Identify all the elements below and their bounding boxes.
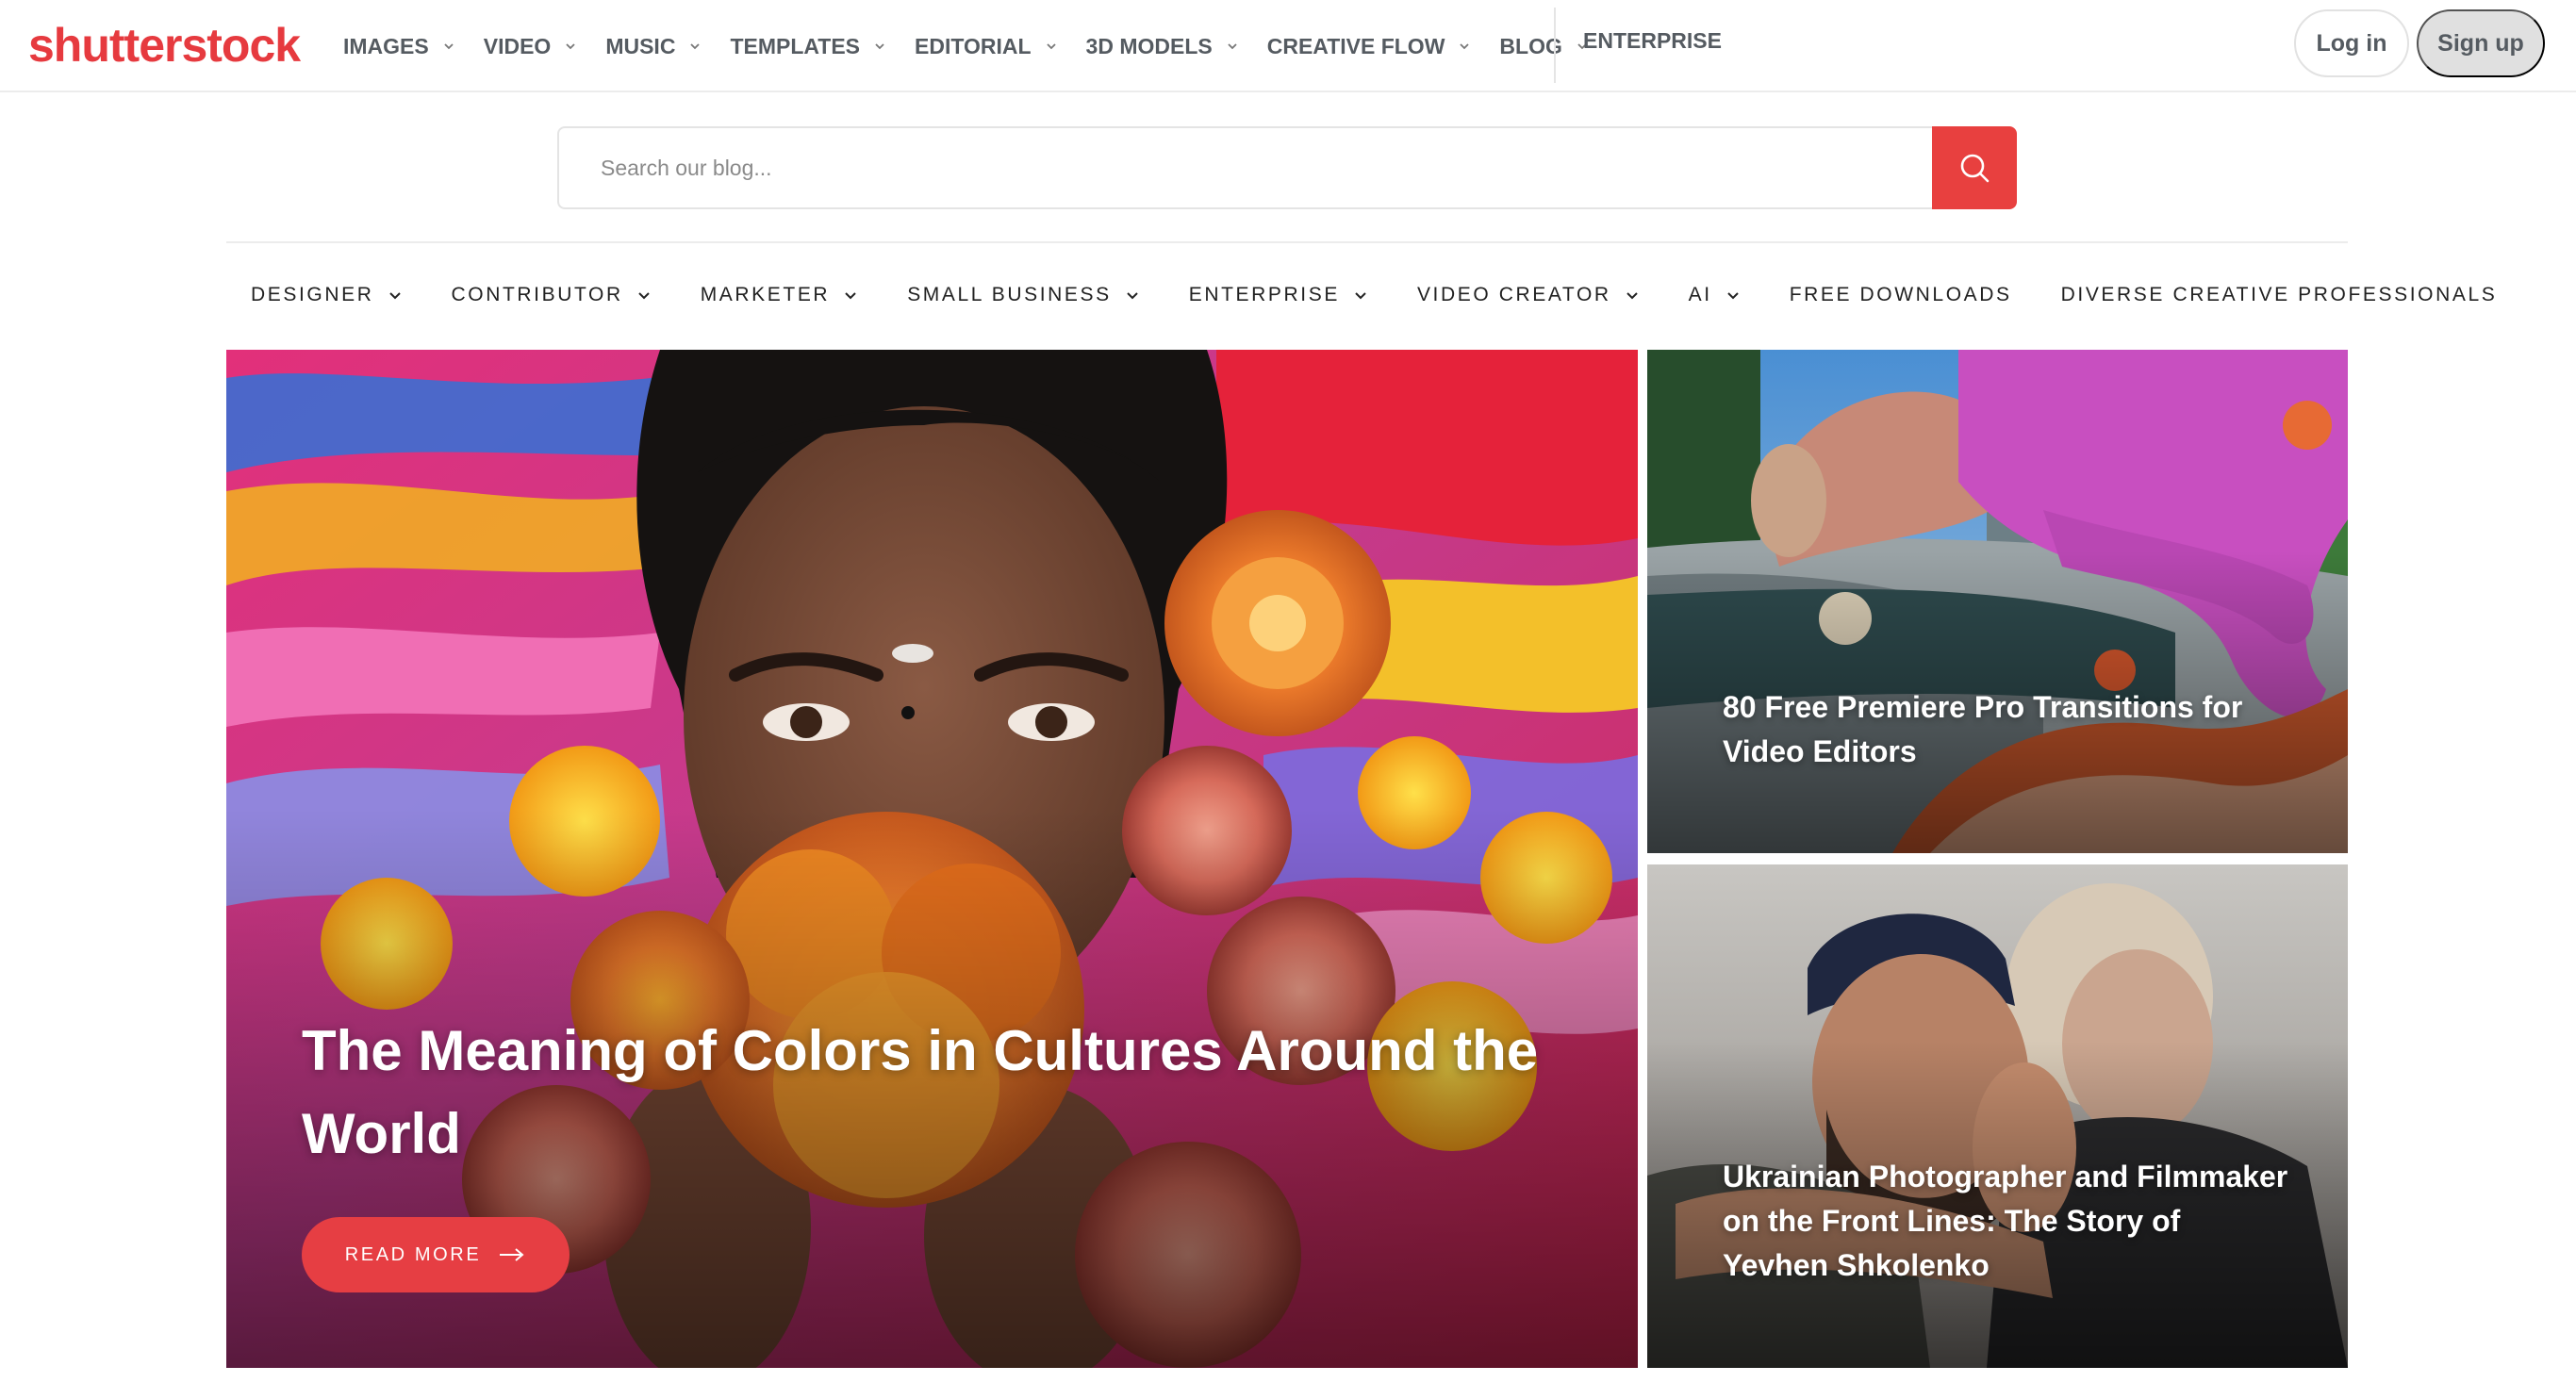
nav-divider: [1554, 8, 1556, 83]
category-label: ENTERPRISE: [1188, 284, 1340, 305]
search-button[interactable]: [1932, 126, 2017, 209]
read-more-label: READ MORE: [344, 1243, 482, 1265]
category-diverse-creative-professionals[interactable]: DIVERSE CREATIVE PROFESSIONALS: [2061, 284, 2498, 306]
chevron-down-icon: [875, 43, 884, 50]
side-post-image: [1647, 864, 2348, 1368]
category-divider: [226, 241, 2348, 243]
nav-item-video[interactable]: VIDEO: [484, 34, 578, 59]
category-label: FREE DOWNLOADS: [1789, 284, 2012, 305]
category-label: VIDEO CREATOR: [1416, 284, 1611, 305]
featured-post[interactable]: The Meaning of Colors in Cultures Around…: [226, 350, 1638, 1368]
chevron-down-icon: [1726, 292, 1739, 300]
logo-text: shutterstock: [28, 19, 301, 72]
chevron-down-icon: [1046, 43, 1056, 50]
featured-post-title[interactable]: The Meaning of Colors in Cultures Around…: [302, 1010, 1556, 1176]
side-post-image: [1647, 350, 2348, 853]
shutterstock-logo[interactable]: shutterstock: [28, 17, 301, 74]
category-label: AI: [1688, 284, 1712, 305]
chevron-down-icon: [1460, 43, 1470, 50]
chevron-down-icon: [566, 43, 575, 50]
category-label: DIVERSE CREATIVE PROFESSIONALS: [2060, 284, 2498, 305]
nav-item-label: 3D MODELS: [1085, 33, 1213, 58]
read-more-button[interactable]: READ MORE: [302, 1217, 570, 1292]
search-icon: [1960, 154, 1990, 183]
chevron-down-icon: [388, 292, 401, 300]
chevron-down-icon: [444, 43, 454, 50]
nav-item-enterprise[interactable]: ENTERPRISE: [1583, 28, 1722, 54]
blog-search: [557, 126, 2017, 209]
chevron-down-icon: [1228, 43, 1237, 50]
main-nav: IMAGES VIDEO MUSIC TEMPLATES EDITORIAL 3…: [343, 25, 1617, 68]
chevron-down-icon: [638, 292, 650, 300]
category-small-business[interactable]: SMALL BUSINESS: [907, 284, 1140, 306]
nav-item-label: EDITORIAL: [915, 33, 1032, 58]
nav-item-templates[interactable]: TEMPLATES: [730, 34, 886, 59]
category-label: CONTRIBUTOR: [451, 284, 623, 305]
nav-item-music[interactable]: MUSIC: [605, 34, 702, 59]
side-post[interactable]: 80 Free Premiere Pro Transitions for Vid…: [1647, 350, 2348, 853]
nav-item-editorial[interactable]: EDITORIAL: [915, 34, 1058, 59]
nav-item-blog[interactable]: BLOG: [1499, 34, 1588, 59]
category-label: DESIGNER: [251, 284, 374, 305]
category-designer[interactable]: DESIGNER: [251, 284, 403, 306]
search-input[interactable]: [557, 126, 1932, 209]
nav-item-label: CREATIVE FLOW: [1266, 33, 1445, 58]
nav-item-creative-flow[interactable]: CREATIVE FLOW: [1267, 34, 1472, 59]
category-free-downloads[interactable]: FREE DOWNLOADS: [1790, 284, 2012, 306]
side-post-title[interactable]: 80 Free Premiere Pro Transitions for Vid…: [1723, 685, 2288, 774]
nav-item-label: IMAGES: [343, 33, 429, 58]
site-header: shutterstock IMAGES VIDEO MUSIC TEMPLATE…: [0, 0, 2576, 92]
nav-item-label: TEMPLATES: [730, 33, 861, 58]
side-post[interactable]: Ukrainian Photographer and Filmmaker on …: [1647, 864, 2348, 1368]
chevron-down-icon: [1127, 292, 1138, 300]
arrow-right-icon: [500, 1248, 524, 1261]
chevron-down-icon: [690, 43, 701, 50]
nav-item-label: BLOG: [1499, 33, 1562, 58]
chevron-down-icon: [1355, 292, 1366, 300]
category-label: MARKETER: [700, 284, 831, 305]
nav-item-label: VIDEO: [483, 33, 552, 58]
side-post-title[interactable]: Ukrainian Photographer and Filmmaker on …: [1723, 1155, 2288, 1288]
category-contributor[interactable]: CONTRIBUTOR: [452, 284, 652, 306]
chevron-down-icon: [845, 292, 856, 300]
category-nav: DESIGNER CONTRIBUTOR MARKETER SMALL BUSI…: [251, 279, 2497, 311]
nav-item-label: MUSIC: [605, 33, 676, 58]
nav-item-images[interactable]: IMAGES: [343, 34, 455, 59]
category-label: SMALL BUSINESS: [907, 284, 1112, 305]
category-ai[interactable]: AI: [1689, 284, 1741, 306]
signup-button[interactable]: Sign up: [2417, 9, 2545, 77]
category-video-creator[interactable]: VIDEO CREATOR: [1417, 284, 1640, 306]
category-enterprise[interactable]: ENTERPRISE: [1189, 284, 1368, 306]
login-button[interactable]: Log in: [2294, 9, 2409, 77]
featured-image: [226, 350, 1638, 1368]
chevron-down-icon: [1626, 292, 1638, 300]
nav-item-3d-models[interactable]: 3D MODELS: [1086, 34, 1239, 59]
category-marketer[interactable]: MARKETER: [701, 284, 858, 306]
